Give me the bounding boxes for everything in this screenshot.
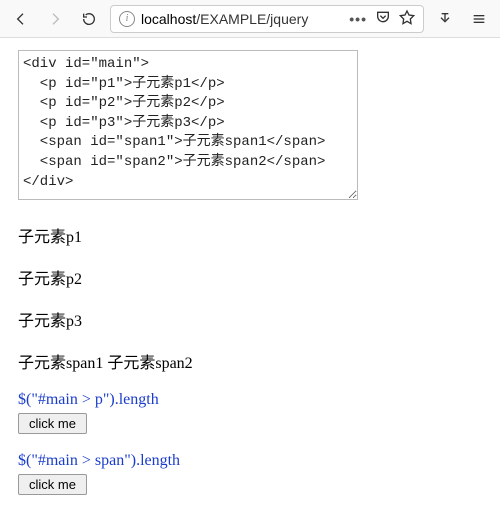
reload-button[interactable] [76,6,102,32]
browser-toolbar: i localhost/EXAMPLE/jquery ••• [0,0,500,38]
page-actions-icon[interactable]: ••• [349,11,367,27]
pocket-icon[interactable] [375,9,391,28]
page-content: 子元素p1 子元素p2 子元素p3 子元素span1 子元素span2 $("#… [0,38,500,515]
back-button[interactable] [8,6,34,32]
rendered-p2: 子元素p2 [18,265,482,289]
selector-label-span: $("#main > span").length [18,452,482,470]
overflow-icon[interactable] [432,6,458,32]
hamburger-menu-icon[interactable] [466,6,492,32]
rendered-spans: 子元素span1 子元素span2 [18,349,482,373]
bookmark-star-icon[interactable] [399,9,415,28]
code-textarea[interactable] [18,50,358,200]
address-bar[interactable]: i localhost/EXAMPLE/jquery ••• [110,5,424,33]
rendered-span1: 子元素span1 [18,355,103,372]
site-info-icon[interactable]: i [119,11,135,27]
rendered-span2: 子元素span2 [107,355,192,372]
rendered-p1: 子元素p1 [18,223,482,247]
forward-button[interactable] [42,6,68,32]
selector-label-p: $("#main > p").length [18,391,482,409]
click-me-button-span[interactable]: click me [18,474,87,495]
click-me-button-p[interactable]: click me [18,413,87,434]
rendered-p3: 子元素p3 [18,307,482,331]
url-text: localhost/EXAMPLE/jquery [141,11,343,27]
